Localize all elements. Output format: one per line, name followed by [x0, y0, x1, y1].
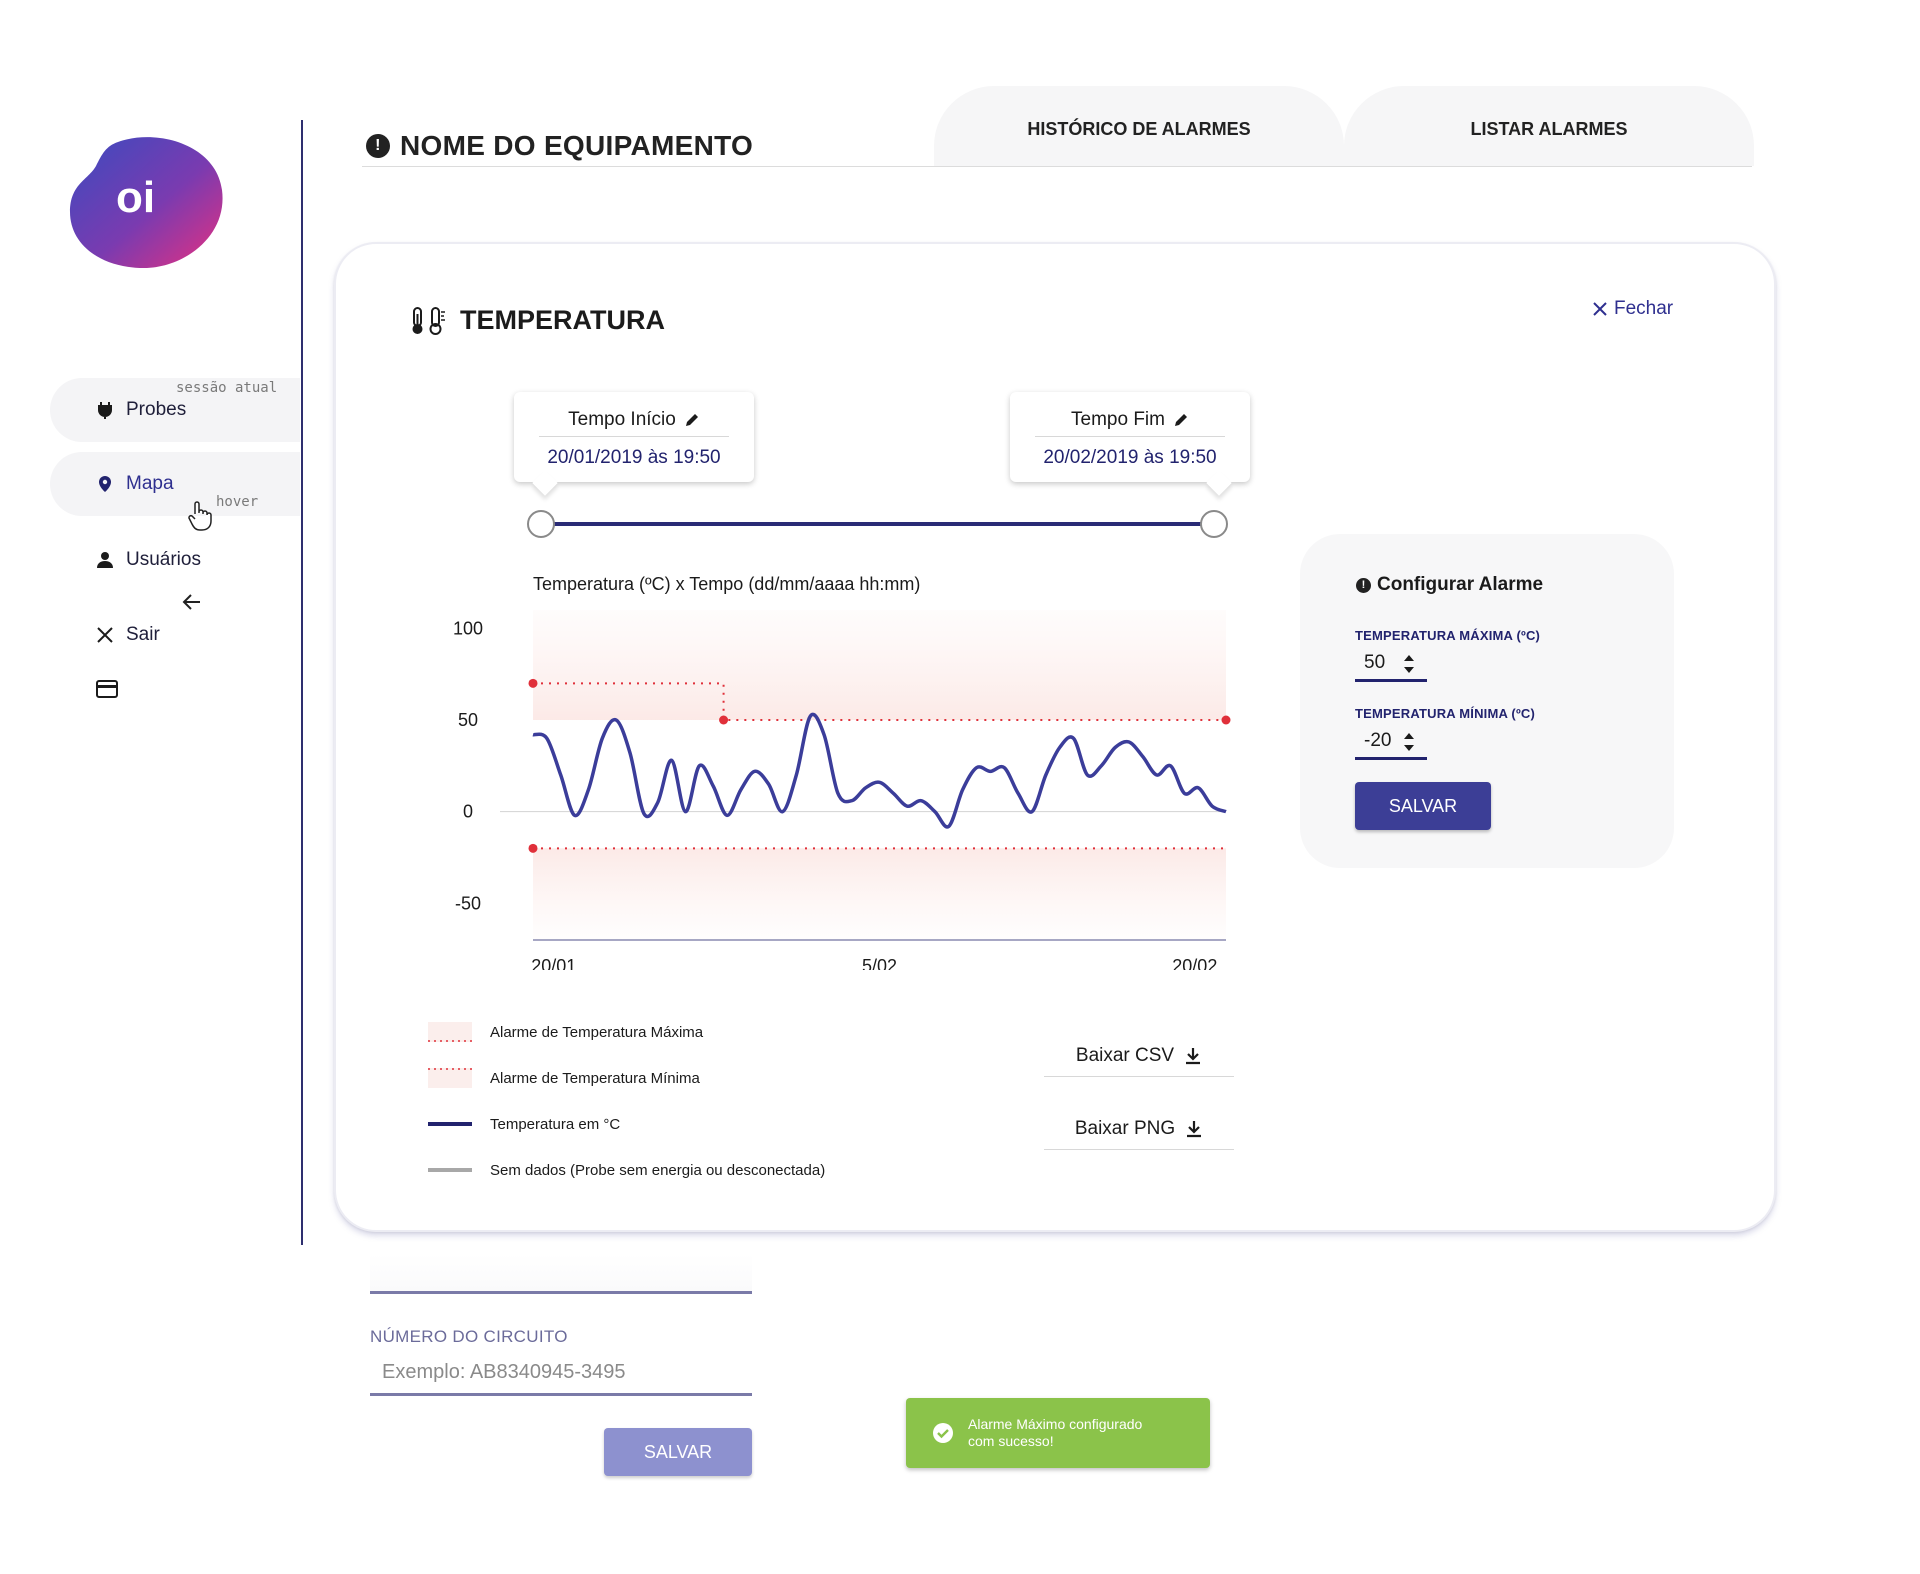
sidebar-item-label: Probes	[126, 399, 187, 420]
time-start-label-row: Tempo Início	[514, 392, 754, 436]
sidebar-item-label: Sair	[126, 624, 160, 645]
legend-label: Sem dados (Probe sem energia ou desconec…	[490, 1161, 826, 1179]
max-temp-value: 50	[1364, 651, 1386, 673]
legend-min-alarm: Alarme de Temperatura Mínima	[428, 1068, 700, 1088]
map-pin-icon	[99, 476, 111, 492]
min-temp-label: TEMPERATURA MÍNIMA (ºC)	[1355, 706, 1536, 721]
sidebar-item-label: Usuários	[126, 549, 201, 570]
previous-field[interactable]	[370, 1254, 752, 1294]
circuit-number-input[interactable]	[370, 1352, 752, 1396]
time-start-box[interactable]: Tempo Início 20/01/2019 às 19:50	[514, 392, 754, 496]
alarm-config-title: ! Configurar Alarme	[1356, 574, 1543, 596]
max-alarm-band	[533, 610, 1226, 720]
time-start-handle[interactable]	[527, 510, 555, 538]
min-alarm-band	[533, 848, 1226, 940]
close-icon	[97, 627, 113, 643]
toast-message: Alarme Máximo configurado com sucesso!	[968, 1416, 1143, 1449]
close-icon	[1593, 302, 1607, 316]
tab-historico-alarmes[interactable]: HISTÓRICO DE ALARMES	[934, 86, 1344, 166]
tab-listar-alarmes[interactable]: LISTAR ALARMES	[1344, 86, 1754, 166]
sidebar-divider	[301, 120, 303, 1245]
legend-temperature: Temperatura em °C	[428, 1114, 620, 1134]
time-end-handle[interactable]	[1200, 510, 1228, 538]
user-icon	[97, 552, 113, 568]
legend-label: Alarme de Temperatura Mínima	[490, 1069, 700, 1087]
x-tick-label: 20/01	[531, 956, 576, 970]
y-tick-label: 50	[458, 710, 478, 730]
download-icon	[1186, 1047, 1201, 1064]
form-save-button[interactable]: SALVAR	[604, 1428, 752, 1476]
download-icon	[1187, 1120, 1202, 1137]
sidebar-item-sair[interactable]: Sair	[50, 603, 300, 667]
max-temp-label: TEMPERATURA MÁXIMA (ºC)	[1355, 628, 1541, 643]
check-circle-icon	[933, 1423, 953, 1443]
sidebar-item-mapa[interactable]: Mapa	[50, 452, 300, 516]
alert-icon: !	[1356, 577, 1371, 593]
close-label: Fechar	[1614, 298, 1674, 319]
panel-title-text: TEMPERATURA	[460, 305, 665, 335]
header-divider	[362, 166, 1752, 167]
time-end-label-row: Tempo Fim	[1010, 392, 1250, 436]
close-button[interactable]: Fechar	[1592, 298, 1673, 320]
alarm-save-button[interactable]: SALVAR	[1355, 782, 1491, 830]
download-csv-label: Baixar CSV	[1075, 1044, 1175, 1066]
download-png-label: Baixar PNG	[1074, 1117, 1176, 1139]
alarm-point	[528, 843, 538, 853]
download-csv-button[interactable]: Baixar CSV	[1044, 1035, 1234, 1077]
current-session-note: sessão atual	[176, 380, 278, 396]
chart-title: Temperatura (ºC) x Tempo (dd/mm/aaaa hh:…	[533, 574, 921, 594]
tab-label: HISTÓRICO DE ALARMES	[1027, 118, 1251, 139]
time-end-box[interactable]: Tempo Fim 20/02/2019 às 19:50	[1010, 392, 1250, 496]
page-title: ! NOME DO EQUIPAMENTO	[366, 130, 753, 162]
edit-icon[interactable]	[684, 412, 700, 428]
alarm-point	[1221, 715, 1231, 725]
form-save-label: SALVAR	[643, 1441, 713, 1462]
y-tick-label: 0	[463, 802, 473, 822]
legend-swatch-temperature	[428, 1122, 472, 1126]
time-start-value: 20/01/2019 às 19:50	[547, 447, 721, 468]
equipment-icon: !	[366, 134, 390, 158]
legend-swatch-min	[428, 1068, 472, 1088]
legend-label: Temperatura em °C	[490, 1115, 621, 1133]
legend-no-data: Sem dados (Probe sem energia ou desconec…	[428, 1160, 825, 1180]
credit-card-icon[interactable]	[96, 680, 118, 698]
temperature-chart: 100 50 0 -50 20/01 5/02 20/02	[453, 610, 1231, 970]
tab-label: LISTAR ALARMES	[1470, 118, 1628, 139]
time-start-label: Tempo Início	[568, 409, 676, 430]
y-tick-label: 100	[453, 618, 483, 638]
time-end-value: 20/02/2019 às 19:50	[1043, 447, 1217, 468]
sidebar-item-label: Mapa	[126, 473, 174, 494]
y-tick-label: -50	[455, 893, 481, 913]
x-tick-label: 20/02	[1172, 956, 1217, 970]
logo-text: oi	[116, 173, 155, 222]
time-end-label: Tempo Fim	[1071, 409, 1165, 430]
thermometer-icon	[412, 306, 445, 335]
legend-max-alarm: Alarme de Temperatura Máxima	[428, 1022, 703, 1042]
download-png-button[interactable]: Baixar PNG	[1044, 1108, 1234, 1150]
alarm-point	[528, 678, 538, 688]
sidebar-item-usuarios[interactable]: Usuários	[50, 528, 300, 592]
plug-icon	[98, 402, 112, 419]
hover-note: hover	[216, 494, 259, 510]
edit-icon[interactable]	[1173, 412, 1189, 428]
oi-logo: oi	[70, 137, 223, 268]
success-toast: Alarme Máximo configurado com sucesso!	[906, 1398, 1210, 1468]
legend-swatch-no-data	[428, 1168, 472, 1172]
max-temp-input[interactable]: 50	[1355, 646, 1427, 682]
panel-title: TEMPERATURA	[408, 305, 665, 336]
page-title-text: NOME DO EQUIPAMENTO	[400, 130, 754, 161]
legend-swatch-max	[428, 1022, 472, 1042]
x-tick-label: 5/02	[862, 956, 897, 970]
min-temp-value: -20	[1364, 729, 1392, 751]
circuit-number-label: NÚMERO DO CIRCUITO	[370, 1327, 568, 1346]
stepper-icon[interactable]	[1403, 652, 1415, 676]
legend-label: Alarme de Temperatura Máxima	[490, 1023, 704, 1041]
alarm-point	[719, 715, 729, 725]
alarm-config-title-text: Configurar Alarme	[1377, 574, 1544, 595]
temperature-line	[532, 712, 1227, 829]
min-temp-input[interactable]: -20	[1355, 724, 1427, 760]
time-range-track[interactable]	[540, 522, 1214, 526]
stepper-icon[interactable]	[1403, 730, 1415, 754]
alarm-save-label: SALVAR	[1388, 795, 1458, 816]
